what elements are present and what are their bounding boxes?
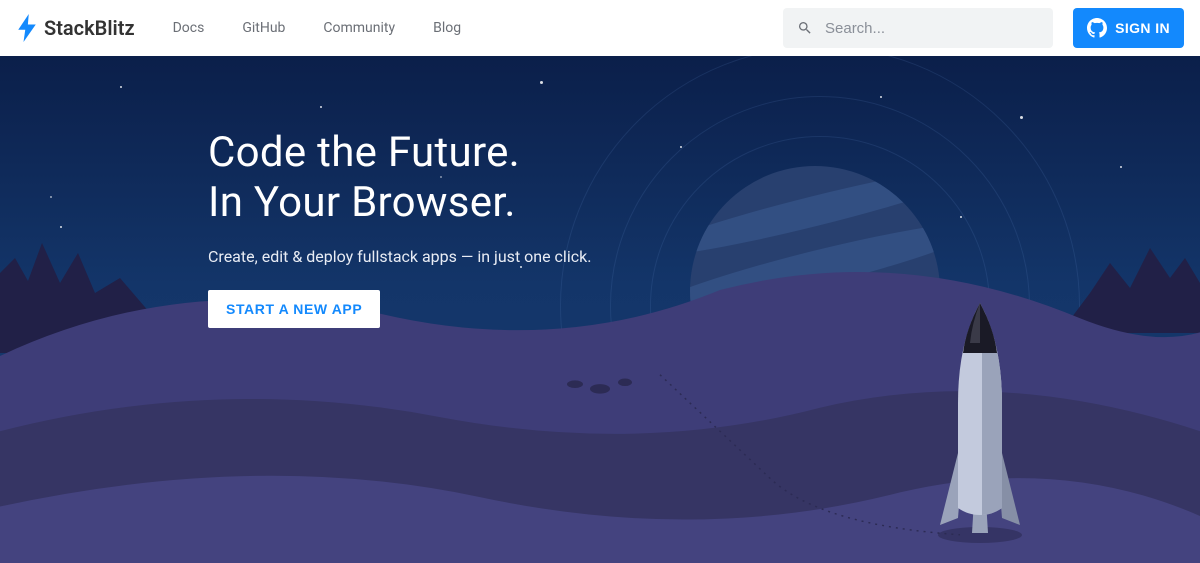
- hero-title: Code the Future. In Your Browser.: [208, 128, 1200, 229]
- hero-subtitle: Create, edit & deploy fullstack apps — i…: [208, 247, 1200, 266]
- hero-title-line1: Code the Future.: [208, 128, 1200, 178]
- brand-name: StackBlitz: [44, 16, 135, 40]
- hero-section: Code the Future. In Your Browser. Create…: [0, 56, 1200, 563]
- nav-github[interactable]: GitHub: [224, 12, 303, 44]
- search-input[interactable]: [825, 20, 1039, 37]
- nav-docs[interactable]: Docs: [155, 12, 223, 44]
- nav-community[interactable]: Community: [305, 12, 413, 44]
- brand-logo[interactable]: StackBlitz: [16, 14, 135, 42]
- start-new-app-button[interactable]: START A NEW APP: [208, 290, 380, 328]
- top-nav: Docs GitHub Community Blog: [155, 12, 480, 44]
- nav-blog[interactable]: Blog: [415, 12, 479, 44]
- search-box[interactable]: [783, 8, 1053, 48]
- rocket: [930, 293, 1030, 543]
- github-icon: [1087, 18, 1107, 38]
- search-icon: [797, 19, 813, 37]
- hero-content: Code the Future. In Your Browser. Create…: [0, 56, 1200, 328]
- signin-button[interactable]: SIGN IN: [1073, 8, 1184, 48]
- bolt-icon: [16, 14, 38, 42]
- signin-label: SIGN IN: [1115, 20, 1170, 36]
- top-header: StackBlitz Docs GitHub Community Blog SI…: [0, 0, 1200, 56]
- hero-title-line2: In Your Browser.: [208, 178, 1200, 228]
